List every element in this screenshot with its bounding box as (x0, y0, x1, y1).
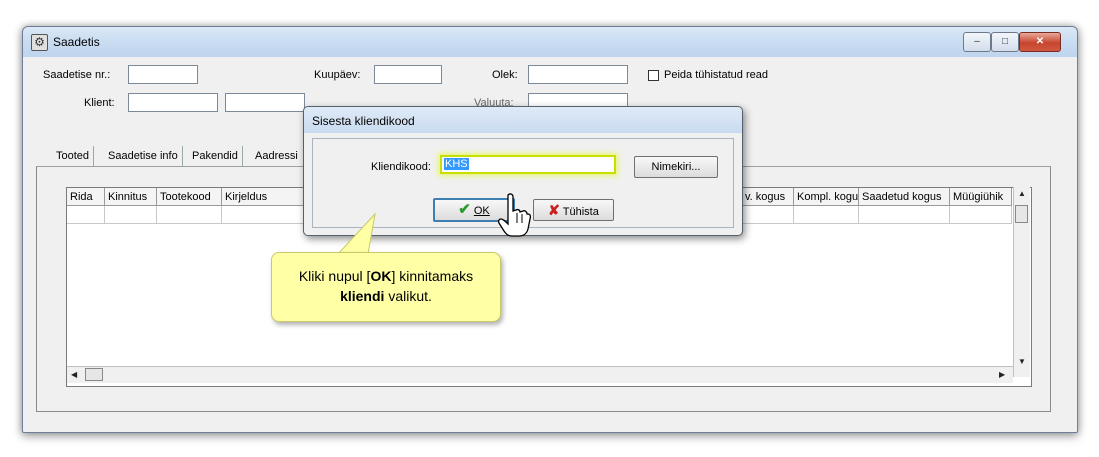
kliendikood-label: Kliendikood: (371, 161, 431, 173)
olek-label: Olek: (492, 69, 518, 81)
grid-cell[interactable] (742, 206, 794, 224)
klient-code-input[interactable] (128, 93, 218, 112)
tab-aadressid[interactable]: Aadressi (251, 146, 302, 166)
peida-label: Peida tühistatud read (664, 69, 768, 81)
col-v-kogus[interactable]: v. kogus (742, 188, 794, 206)
peida-checkbox[interactable] (648, 70, 659, 81)
grid-cell[interactable] (794, 206, 859, 224)
maximize-button[interactable]: □ (991, 32, 1019, 52)
minimize-button[interactable]: – (963, 32, 991, 52)
scroll-down-icon[interactable]: ▼ (1018, 357, 1026, 366)
grid-cell[interactable] (105, 206, 157, 224)
vertical-scroll-thumb[interactable] (1015, 205, 1028, 223)
grid-cell[interactable] (67, 206, 105, 224)
tab-saadetise-info[interactable]: Saadetise info (104, 146, 183, 166)
x-icon: ✘ (548, 202, 560, 218)
col-myygiyhik[interactable]: Müügiühik (950, 188, 1012, 206)
horizontal-scroll-thumb[interactable] (85, 368, 103, 381)
kliendikood-value: KHS (444, 158, 469, 170)
callout-pointer (336, 212, 376, 255)
callout-line-2: kliendi valikut. (340, 288, 432, 304)
kuupaev-input[interactable] (374, 65, 442, 84)
olek-input[interactable] (528, 65, 628, 84)
grid-cell[interactable] (950, 206, 1012, 224)
tab-tooted[interactable]: Tooted (52, 146, 95, 166)
dialog-title: Sisesta kliendikood (312, 114, 415, 128)
app-gear-icon: ⚙ (31, 34, 48, 51)
close-button[interactable]: ✕ (1019, 32, 1061, 52)
callout-line-1: Kliki nupul [OK] kinnitamaks (298, 268, 474, 284)
dialog-title-bar[interactable]: Sisesta kliendikood (304, 107, 742, 133)
grid-cell[interactable] (859, 206, 950, 224)
checkmark-icon: ✔ (458, 201, 471, 218)
scroll-left-icon[interactable]: ◀ (71, 370, 77, 379)
col-kompl-kogus[interactable]: Kompl. kogu (794, 188, 859, 206)
klient-label: Klient: (84, 97, 115, 109)
col-tootekood[interactable]: Tootekood (157, 188, 222, 206)
instruction-callout: Kliki nupul [OK] kinnitamaks kliendi val… (271, 252, 501, 322)
nimekiri-button[interactable]: Nimekiri... (634, 156, 718, 178)
saadetise-nr-label: Saadetise nr.: (43, 69, 111, 81)
saadetise-nr-input[interactable] (128, 65, 198, 84)
klient-name-input[interactable] (225, 93, 305, 112)
grid-cell[interactable] (157, 206, 222, 224)
horizontal-scrollbar[interactable]: ◀ ▶ (67, 366, 1013, 383)
kuupaev-label: Kuupäev: (314, 69, 361, 81)
window-title: Saadetis (53, 35, 100, 49)
cancel-button[interactable]: ✘ Tühista (533, 199, 614, 221)
vertical-scrollbar[interactable]: ▲ ▼ (1013, 187, 1030, 377)
hand-cursor-icon (497, 193, 531, 237)
col-saadetud-kogus[interactable]: Saadetud kogus (859, 188, 950, 206)
col-rida[interactable]: Rida (67, 188, 105, 206)
col-kinnitus[interactable]: Kinnitus (105, 188, 157, 206)
scroll-right-icon[interactable]: ▶ (999, 370, 1005, 379)
kliendikood-input[interactable]: KHS (440, 155, 616, 174)
title-bar[interactable]: ⚙ Saadetis – □ ✕ (23, 27, 1077, 57)
scroll-up-icon[interactable]: ▲ (1018, 189, 1026, 198)
tab-pakendid[interactable]: Pakendid (188, 146, 243, 166)
